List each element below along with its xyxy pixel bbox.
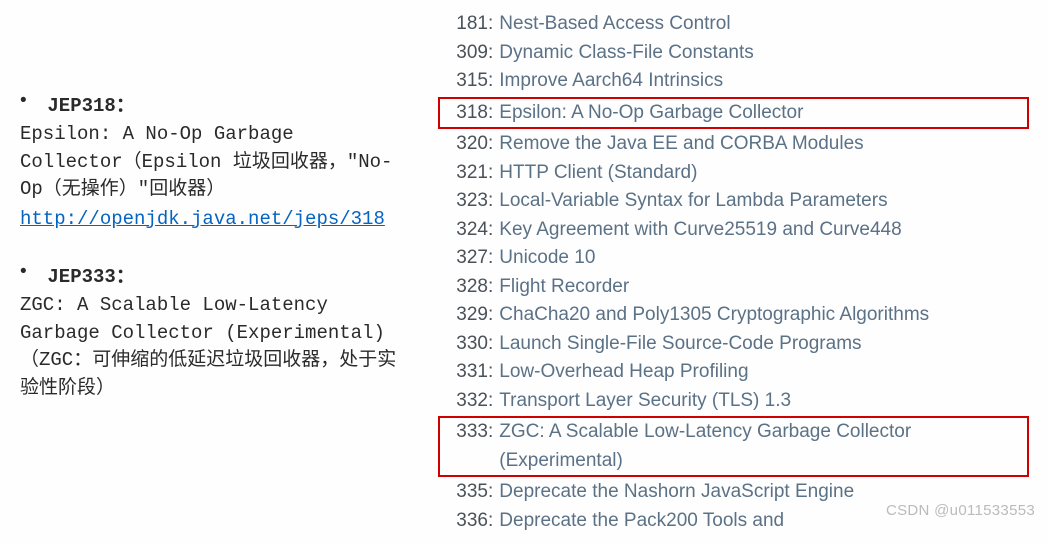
- jep-list: 181:Nest-Based Access Control309:Dynamic…: [440, 10, 1027, 535]
- jep-row-315[interactable]: 315:Improve Aarch64 Intrinsics: [440, 67, 1027, 96]
- jep-number: 329: [444, 301, 488, 330]
- jep-title: Improve Aarch64 Intrinsics: [499, 67, 723, 96]
- separator: :: [488, 387, 493, 416]
- jep-row-327[interactable]: 327:Unicode 10: [440, 244, 1027, 273]
- separator: :: [488, 216, 493, 245]
- jep-title: Low-Overhead Heap Profiling: [499, 358, 748, 387]
- jep-title: Remove the Java EE and CORBA Modules: [499, 130, 863, 159]
- jep-title: Epsilon: A No-Op Garbage Collector: [499, 99, 803, 128]
- separator: :: [488, 273, 493, 302]
- jep-title: Dynamic Class-File Constants: [499, 39, 753, 68]
- jep-number: 318: [444, 99, 488, 128]
- jep-link-row: http://openjdk.java.net/jeps/318: [20, 206, 400, 234]
- separator: :: [488, 67, 493, 96]
- jep-title: Deprecate the Nashorn JavaScript Engine: [499, 478, 854, 507]
- jep-title: Launch Single-File Source-Code Programs: [499, 330, 861, 359]
- jep-title: ZGC: A Scalable Low-Latency Garbage Coll…: [499, 418, 1023, 475]
- jep-number: 333: [444, 418, 488, 447]
- jep-row-181[interactable]: 181:Nest-Based Access Control: [440, 10, 1027, 39]
- jep-title: Flight Recorder: [499, 273, 629, 302]
- jep-row-330[interactable]: 330:Launch Single-File Source-Code Progr…: [440, 330, 1027, 359]
- jep-row-309[interactable]: 309:Dynamic Class-File Constants: [440, 39, 1027, 68]
- jep-number: 324: [444, 216, 488, 245]
- bullet-row: • JEP333：: [20, 261, 400, 288]
- separator: :: [488, 478, 493, 507]
- separator: :: [488, 330, 493, 359]
- jep-number: 328: [444, 273, 488, 302]
- jep-number: 336: [444, 507, 488, 536]
- jep-row-323[interactable]: 323:Local-Variable Syntax for Lambda Par…: [440, 187, 1027, 216]
- separator: :: [488, 507, 493, 536]
- jep-number: 327: [444, 244, 488, 273]
- watermark: CSDN @u011533553: [886, 502, 1035, 519]
- separator: :: [488, 159, 493, 188]
- jep-title: Nest-Based Access Control: [499, 10, 730, 39]
- jep-title: Deprecate the Pack200 Tools and: [499, 507, 784, 536]
- jep-row-324[interactable]: 324:Key Agreement with Curve25519 and Cu…: [440, 216, 1027, 245]
- separator: :: [488, 187, 493, 216]
- separator: :: [488, 99, 493, 128]
- jep-number: 332: [444, 387, 488, 416]
- separator: :: [488, 244, 493, 273]
- jep-number: 330: [444, 330, 488, 359]
- bullet-dot: •: [20, 90, 36, 112]
- jep-row-329[interactable]: 329:ChaCha20 and Poly1305 Cryptographic …: [440, 301, 1027, 330]
- jep-row-331[interactable]: 331:Low-Overhead Heap Profiling: [440, 358, 1027, 387]
- jep-label: JEP318：: [47, 95, 134, 117]
- jep-title: Transport Layer Security (TLS) 1.3: [499, 387, 791, 416]
- jep-row-332[interactable]: 332:Transport Layer Security (TLS) 1.3: [440, 387, 1027, 416]
- jep-title: HTTP Client (Standard): [499, 159, 697, 188]
- separator: :: [488, 301, 493, 330]
- jep-title: Key Agreement with Curve25519 and Curve4…: [499, 216, 901, 245]
- jep-number: 315: [444, 67, 488, 96]
- jep-title: Unicode 10: [499, 244, 595, 273]
- jep-number: 321: [444, 159, 488, 188]
- jep-block-333: • JEP333： ZGC: A Scalable Low-Latency Ga…: [20, 261, 400, 402]
- jep-number: 331: [444, 358, 488, 387]
- jep-title: Local-Variable Syntax for Lambda Paramet…: [499, 187, 887, 216]
- jep-number: 323: [444, 187, 488, 216]
- separator: :: [488, 130, 493, 159]
- jep-number: 181: [444, 10, 488, 39]
- jep-number: 320: [444, 130, 488, 159]
- bullet-row: • JEP318：: [20, 90, 400, 117]
- jep-link[interactable]: http://openjdk.java.net/jeps/318: [20, 208, 385, 230]
- separator: :: [488, 418, 493, 447]
- separator: :: [488, 358, 493, 387]
- jep-row-321[interactable]: 321:HTTP Client (Standard): [440, 159, 1027, 188]
- jep-row-318[interactable]: 318:Epsilon: A No-Op Garbage Collector: [438, 97, 1029, 130]
- left-panel: • JEP318： Epsilon: A No-Op Garbage Colle…: [20, 10, 400, 535]
- separator: :: [488, 39, 493, 68]
- jep-row-320[interactable]: 320:Remove the Java EE and CORBA Modules: [440, 130, 1027, 159]
- jep-row-328[interactable]: 328:Flight Recorder: [440, 273, 1027, 302]
- jep-number: 309: [444, 39, 488, 68]
- separator: :: [488, 10, 493, 39]
- jep-row-333[interactable]: 333:ZGC: A Scalable Low-Latency Garbage …: [438, 416, 1029, 477]
- jep-label: JEP333：: [47, 266, 134, 288]
- jep-block-318: • JEP318： Epsilon: A No-Op Garbage Colle…: [20, 90, 400, 233]
- jep-title: ChaCha20 and Poly1305 Cryptographic Algo…: [499, 301, 929, 330]
- jep-number: 335: [444, 478, 488, 507]
- bullet-dot: •: [20, 261, 36, 283]
- jep-description: Epsilon: A No-Op Garbage Collector（Epsil…: [20, 121, 400, 204]
- jep-description: ZGC: A Scalable Low-Latency Garbage Coll…: [20, 292, 400, 402]
